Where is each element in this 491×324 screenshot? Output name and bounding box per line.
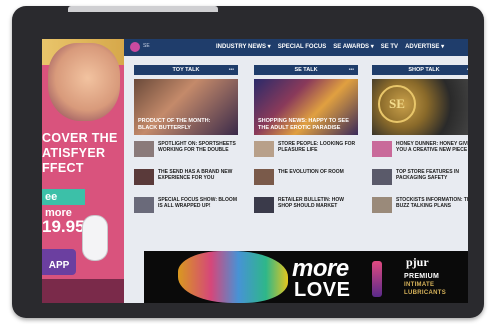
hero-article[interactable]: SE: [372, 79, 468, 135]
article-thumbnail: [134, 169, 154, 185]
product-bottle-image: [372, 261, 382, 297]
hero-caption: SHOPPING NEWS: HAPPY TO SEE THE ADULT ER…: [258, 118, 349, 131]
more-menu-icon[interactable]: •••: [467, 65, 468, 75]
column-title: SE TALK: [294, 67, 318, 73]
list-item[interactable]: STOCKISTS INFORMATION: THE BUZZ TALKING …: [372, 197, 468, 219]
top-navigation-bar: SE INDUSTRY NEWS ▾ SPECIAL FOCUS SE AWAR…: [124, 39, 468, 56]
list-item[interactable]: STORE PEOPLE: LOOKING FOR PLEASURE LIFE: [254, 141, 358, 163]
hero-caption: PRODUCT OF THE MONTH: BLACK BUTTERFLY: [138, 118, 211, 131]
nav-item-special-focus[interactable]: SPECIAL FOCUS: [278, 39, 327, 56]
article-thumbnail: [372, 197, 392, 213]
tablet-device: COVER THE ATISFYER FFECT ee more 19.95 A…: [12, 6, 484, 318]
article-thumbnail: [254, 141, 274, 157]
side-ad-price: 19.95: [42, 217, 85, 236]
nav-menu: INDUSTRY NEWS ▾ SPECIAL FOCUS SE AWARDS …: [216, 39, 444, 56]
side-ad-line-2: ATISFYER: [42, 146, 106, 160]
list-item[interactable]: THE SEND HAS A BRAND NEW EXPERIENCE FOR …: [134, 169, 238, 191]
list-item[interactable]: TOP STORE FEATURES IN PACKAGING SAFETY: [372, 169, 468, 191]
product-device-image: [82, 215, 108, 261]
more-menu-icon[interactable]: •••: [349, 65, 354, 75]
bottom-banner-advertisement[interactable]: more LOVE pjur PREMIUM INTIMATE LUBRICAN…: [144, 251, 468, 303]
side-advertisement[interactable]: COVER THE ATISFYER FFECT ee more 19.95 A…: [42, 39, 124, 303]
more-menu-icon[interactable]: •••: [229, 65, 234, 75]
article-title: SPOTLIGHT ON: SPORTSHEETS WORKING FOR TH…: [158, 141, 236, 153]
nav-item-industry-news[interactable]: INDUSTRY NEWS ▾: [216, 39, 271, 56]
article-thumbnail: [134, 197, 154, 213]
side-ad-cta-button[interactable]: ee more: [42, 189, 85, 219]
brand-logo: pjur: [406, 255, 429, 269]
site-logo-icon[interactable]: [130, 42, 140, 52]
tablet-screen: COVER THE ATISFYER FFECT ee more 19.95 A…: [42, 39, 468, 303]
article-thumbnail: [372, 141, 392, 157]
article-thumbnail: [254, 169, 274, 185]
article-thumbnail: [254, 197, 274, 213]
brand-tagline-3: LUBRICANTS: [404, 290, 446, 296]
article-title: SPECIAL FOCUS SHOW: BLOOM IS ALL WRAPPED…: [158, 197, 237, 209]
article-thumbnail: [134, 141, 154, 157]
article-title: THE EVOLUTION OF ROOM: [278, 169, 344, 175]
column-se-talk: SE TALK ••• SHOPPING NEWS: HAPPY TO SEE …: [254, 65, 358, 245]
brand-tagline-1: PREMIUM: [404, 273, 440, 280]
hero-article[interactable]: PRODUCT OF THE MONTH: BLACK BUTTERFLY: [134, 79, 238, 135]
nav-item-advertise[interactable]: ADVERTISE ▾: [405, 39, 444, 56]
app-badge[interactable]: APP: [42, 249, 76, 275]
list-item[interactable]: THE EVOLUTION OF ROOM: [254, 169, 358, 191]
banner-headline-love: LOVE: [294, 279, 351, 301]
article-title: STORE PEOPLE: LOOKING FOR PLEASURE LIFE: [278, 141, 356, 153]
column-shop-talk: SHOP TALK ••• SE HONEY DUNNER: HONEY GIV…: [372, 65, 468, 245]
ad-model-face-image: [48, 43, 120, 121]
article-title: TOP STORE FEATURES IN PACKAGING SAFETY: [396, 169, 459, 181]
side-ad-footer: [42, 279, 124, 303]
column-toy-talk: TOY TALK ••• PRODUCT OF THE MONTH: BLACK…: [134, 65, 238, 245]
column-heading[interactable]: SHOP TALK •••: [372, 65, 468, 75]
nav-item-se-tv[interactable]: SE TV: [381, 39, 398, 56]
column-heading[interactable]: TOY TALK •••: [134, 65, 238, 75]
column-heading[interactable]: SE TALK •••: [254, 65, 358, 75]
article-title: STOCKISTS INFORMATION: THE BUZZ TALKING …: [396, 197, 468, 209]
color-splash-graphic: [178, 251, 288, 303]
site-logo-text[interactable]: SE: [143, 43, 150, 49]
brand-tagline-2: INTIMATE: [404, 282, 435, 288]
article-title: RETAILER BULLETIN: HOW SHOP SHOULD MARKE…: [278, 197, 345, 209]
column-title: SHOP TALK: [408, 67, 440, 73]
nav-item-se-awards[interactable]: SE AWARDS ▾: [333, 39, 373, 56]
se-seal-logo: SE: [378, 85, 416, 123]
list-item[interactable]: SPECIAL FOCUS SHOW: BLOOM IS ALL WRAPPED…: [134, 197, 238, 219]
side-ad-line-3: FFECT: [42, 161, 84, 175]
article-title: THE SEND HAS A BRAND NEW EXPERIENCE FOR …: [158, 169, 233, 181]
article-thumbnail: [372, 169, 392, 185]
hero-article[interactable]: SHOPPING NEWS: HAPPY TO SEE THE ADULT ER…: [254, 79, 358, 135]
list-item[interactable]: HONEY DUNNER: HONEY GIVES YOU A CREATIVE…: [372, 141, 468, 163]
side-ad-line-1: COVER THE: [42, 131, 118, 145]
list-item[interactable]: RETAILER BULLETIN: HOW SHOP SHOULD MARKE…: [254, 197, 358, 219]
tablet-top-edge: [68, 6, 218, 12]
list-item[interactable]: SPOTLIGHT ON: SPORTSHEETS WORKING FOR TH…: [134, 141, 238, 163]
column-title: TOY TALK: [172, 67, 200, 73]
article-title: HONEY DUNNER: HONEY GIVES YOU A CREATIVE…: [396, 141, 468, 153]
